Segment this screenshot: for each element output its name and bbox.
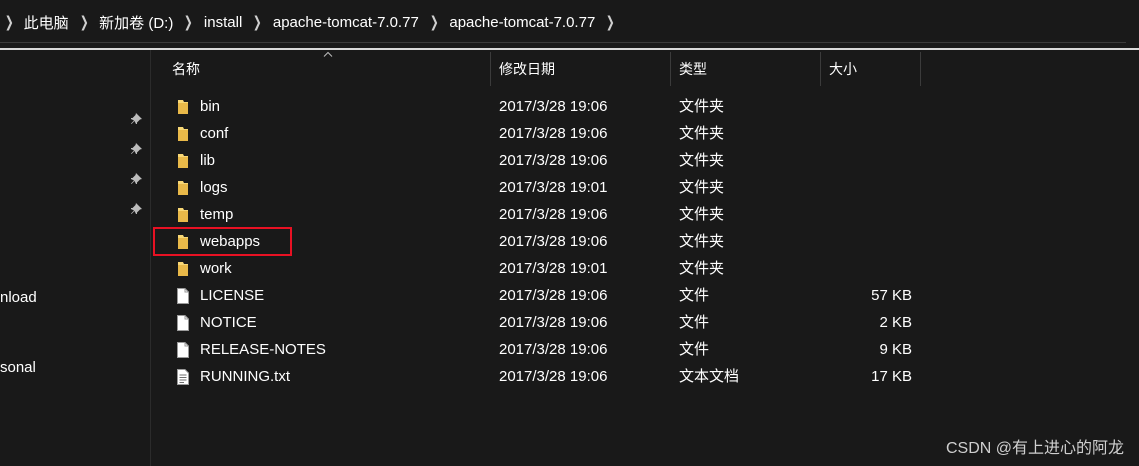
chevron-right-icon[interactable]: ❯ xyxy=(4,13,21,31)
text-file-icon xyxy=(177,369,189,385)
file-name: RELEASE-NOTES xyxy=(200,341,326,358)
file-name: logs xyxy=(200,179,228,196)
file-row[interactable]: temp 2017/3/28 19:06 文件夹 xyxy=(150,201,1139,228)
nav-item-downloads[interactable]: nload xyxy=(0,289,37,306)
file-name: conf xyxy=(200,125,229,142)
file-icon xyxy=(177,315,189,331)
breadcrumb-item[interactable]: apache-tomcat-7.0.77 xyxy=(449,14,595,31)
folder-icon xyxy=(178,262,188,276)
breadcrumb-item[interactable]: install xyxy=(204,14,242,31)
file-type: 文件 xyxy=(679,287,710,304)
chevron-right-icon[interactable]: ❯ xyxy=(247,13,268,31)
file-modified: 2017/3/28 19:06 xyxy=(499,341,608,358)
file-row[interactable]: LICENSE 2017/3/28 19:06 文件 57 KB xyxy=(150,282,1139,309)
file-type: 文件夹 xyxy=(679,98,725,115)
file-row[interactable]: lib 2017/3/28 19:06 文件夹 xyxy=(150,147,1139,174)
chevron-right-icon[interactable]: ❯ xyxy=(73,13,94,31)
file-row[interactable]: webapps 2017/3/28 19:06 文件夹 xyxy=(150,228,1139,255)
file-row[interactable]: work 2017/3/28 19:01 文件夹 xyxy=(150,255,1139,282)
breadcrumb-item[interactable]: apache-tomcat-7.0.77 xyxy=(273,14,419,31)
file-row[interactable]: RELEASE-NOTES 2017/3/28 19:06 文件 9 KB xyxy=(150,336,1139,363)
file-size: 17 KB xyxy=(871,368,912,385)
breadcrumb: ❯ 此电脑 ❯ 新加卷 (D:) ❯ install ❯ apache-tomc… xyxy=(0,2,626,42)
file-modified: 2017/3/28 19:06 xyxy=(499,368,608,385)
chevron-right-icon[interactable]: ❯ xyxy=(178,13,199,31)
file-modified: 2017/3/28 19:06 xyxy=(499,287,608,304)
file-name: LICENSE xyxy=(200,287,265,304)
file-modified: 2017/3/28 19:06 xyxy=(499,233,608,250)
file-icon xyxy=(177,288,189,304)
file-name: bin xyxy=(200,98,221,115)
file-type: 文件夹 xyxy=(679,233,725,250)
file-list: bin 2017/3/28 19:06 文件夹 conf 2017/3/28 1… xyxy=(150,93,1139,390)
highlight-box xyxy=(153,227,292,256)
breadcrumb-item[interactable]: 新加卷 (D:) xyxy=(99,12,173,33)
file-name: temp xyxy=(200,206,234,223)
column-name[interactable]: 名称 xyxy=(164,52,491,86)
file-modified: 2017/3/28 19:06 xyxy=(499,206,608,223)
nav-item-personal[interactable]: sonal xyxy=(0,359,36,376)
file-row[interactable]: RUNNING.txt 2017/3/28 19:06 文本文档 17 KB xyxy=(150,363,1139,390)
chevron-right-icon[interactable]: ❯ xyxy=(423,13,444,31)
file-modified: 2017/3/28 19:01 xyxy=(499,260,608,277)
column-modified[interactable]: 修改日期 xyxy=(491,52,671,86)
file-icon xyxy=(177,342,189,358)
folder-icon xyxy=(178,181,188,195)
file-modified: 2017/3/28 19:06 xyxy=(499,98,608,115)
folder-icon xyxy=(178,208,188,222)
file-name: lib xyxy=(200,152,216,169)
file-row[interactable]: bin 2017/3/28 19:06 文件夹 xyxy=(150,93,1139,120)
file-size: 2 KB xyxy=(879,314,912,331)
address-bar[interactable]: ❯ 此电脑 ❯ 新加卷 (D:) ❯ install ❯ apache-tomc… xyxy=(0,0,1139,44)
file-name: NOTICE xyxy=(200,314,257,331)
file-type: 文件夹 xyxy=(679,206,725,223)
file-modified: 2017/3/28 19:06 xyxy=(499,152,608,169)
file-type: 文件夹 xyxy=(679,152,725,169)
chevron-right-icon[interactable]: ❯ xyxy=(600,13,621,31)
file-modified: 2017/3/28 19:06 xyxy=(499,125,608,142)
pin-icon[interactable] xyxy=(130,171,144,185)
file-row[interactable]: conf 2017/3/28 19:06 文件夹 xyxy=(150,120,1139,147)
file-modified: 2017/3/28 19:01 xyxy=(499,179,608,196)
file-type: 文本文档 xyxy=(679,368,740,385)
file-type: 文件夹 xyxy=(679,260,725,277)
file-row[interactable]: NOTICE 2017/3/28 19:06 文件 2 KB xyxy=(150,309,1139,336)
pin-icon[interactable] xyxy=(130,141,144,155)
file-row[interactable]: logs 2017/3/28 19:01 文件夹 xyxy=(150,174,1139,201)
file-name: work xyxy=(200,260,232,277)
watermark: CSDN @有上进心的阿龙 xyxy=(945,440,1124,457)
file-type: 文件 xyxy=(679,314,710,331)
divider xyxy=(0,48,1139,50)
breadcrumb-item[interactable]: 此电脑 xyxy=(24,12,69,33)
file-size: 57 KB xyxy=(871,287,912,304)
file-modified: 2017/3/28 19:06 xyxy=(499,314,608,331)
file-type: 文件 xyxy=(679,341,710,358)
pin-icon[interactable] xyxy=(130,201,144,215)
file-type: 文件夹 xyxy=(679,179,725,196)
file-type: 文件夹 xyxy=(679,125,725,142)
navigation-pane: nload sonal xyxy=(0,50,151,466)
pin-icon[interactable] xyxy=(130,111,144,125)
folder-icon xyxy=(178,127,188,141)
file-size: 9 KB xyxy=(879,341,912,358)
column-type[interactable]: 类型 xyxy=(671,52,821,86)
column-size[interactable]: 大小 xyxy=(821,52,921,86)
column-header: 名称 修改日期 类型 大小 xyxy=(150,51,1139,86)
folder-icon xyxy=(178,154,188,168)
folder-icon xyxy=(178,100,188,114)
file-name: RUNNING.txt xyxy=(200,368,290,385)
